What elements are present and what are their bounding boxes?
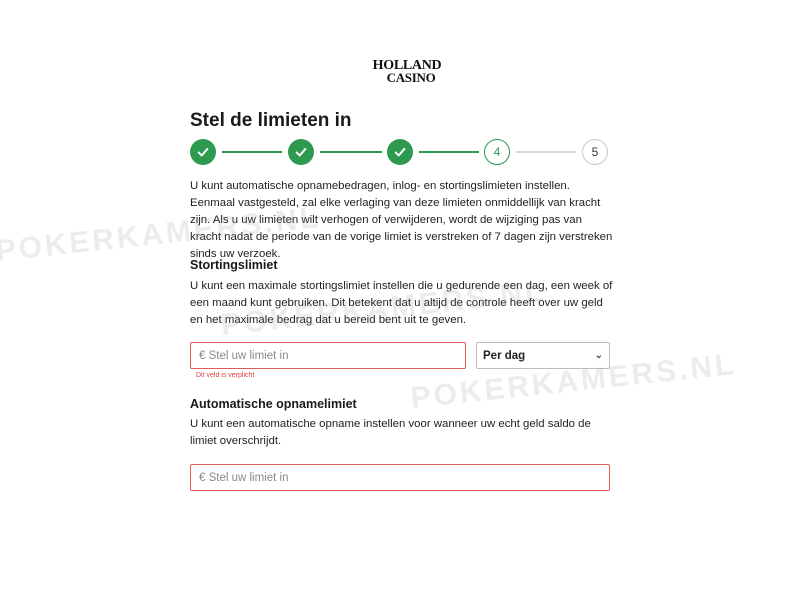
check-icon (295, 147, 307, 157)
check-icon (394, 147, 406, 157)
step-connector (320, 151, 382, 153)
deposit-limit-field[interactable] (190, 342, 466, 369)
step-1-completed (190, 139, 216, 165)
deposit-error-message: Dit veld is verplicht (196, 372, 255, 379)
deposit-description: U kunt een maximale stortingslimiet inst… (190, 280, 613, 326)
withdraw-limit-input[interactable] (197, 470, 609, 485)
chevron-down-icon: ⌄ (594, 350, 603, 361)
step-connector (419, 151, 479, 153)
deposit-limit-input[interactable] (197, 348, 465, 363)
deposit-period-value: Per dag (483, 349, 526, 362)
step-4-current: 4 (484, 139, 510, 165)
logo-line2: CASINO (386, 70, 436, 85)
withdraw-description: U kunt een automatische opname instellen… (190, 418, 591, 447)
check-icon (197, 147, 209, 157)
withdraw-limit-field[interactable] (190, 464, 610, 491)
step-5-upcoming: 5 (582, 139, 608, 165)
step-connector (222, 151, 282, 153)
page-title: Stel de limieten in (190, 110, 352, 131)
deposit-period-select[interactable]: Per dag ⌄ (476, 342, 610, 369)
intro-text: U kunt automatische opnamebedragen, inlo… (190, 180, 613, 260)
withdraw-heading: Automatische opnamelimiet (190, 397, 357, 411)
step-3-completed (387, 139, 413, 165)
progress-stepper: 4 5 (190, 139, 610, 167)
deposit-heading: Stortingslimiet (190, 258, 278, 272)
logo: HOLLAND CASINO (372, 59, 442, 85)
step-connector (516, 151, 576, 153)
step-2-completed (288, 139, 314, 165)
